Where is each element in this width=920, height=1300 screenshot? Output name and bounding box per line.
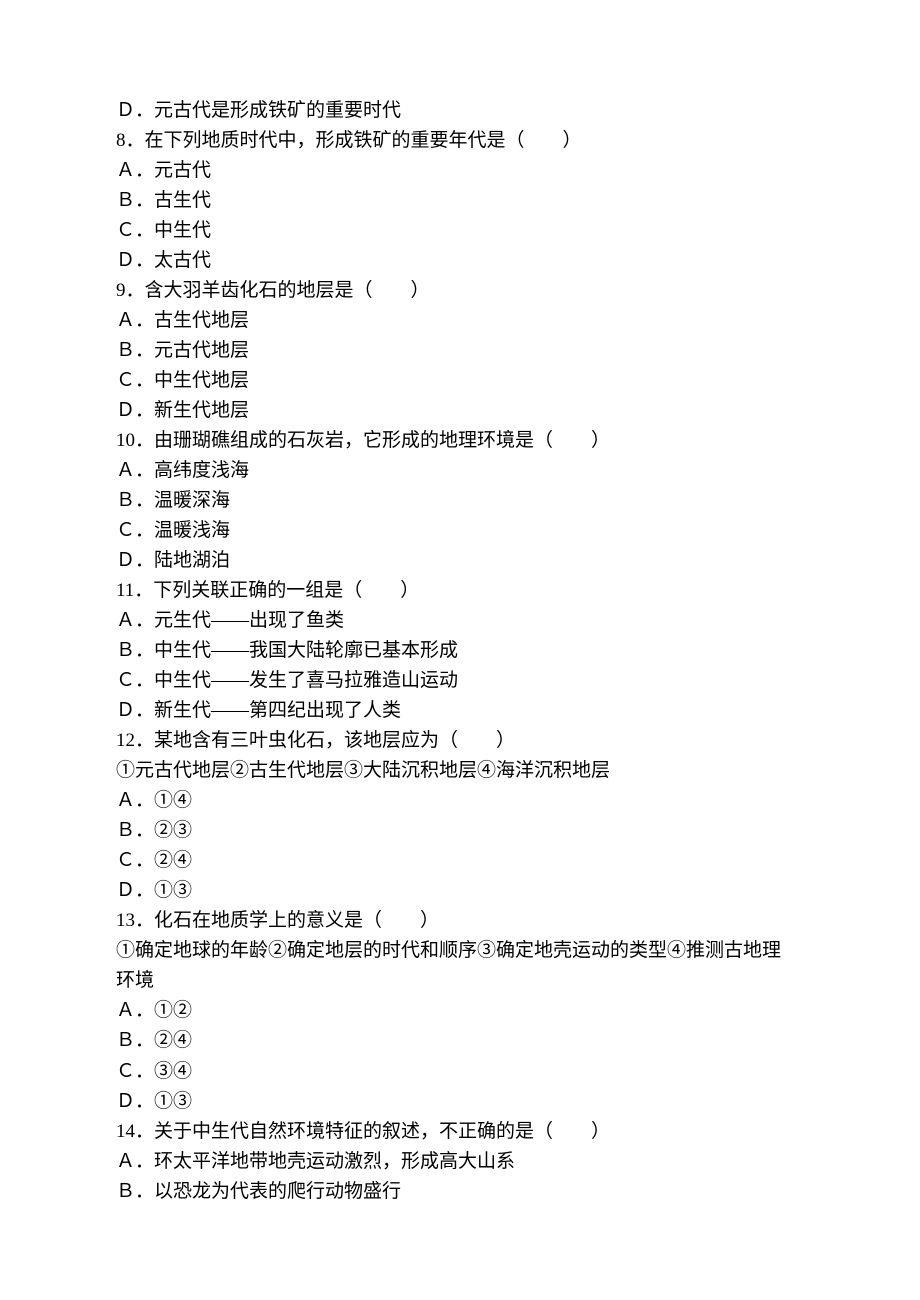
question-11: 11．下列关联正确的一组是（ ） — [116, 576, 780, 606]
option-b: Ｂ．②③ — [116, 816, 780, 846]
option-a: Ａ．高纬度浅海 — [116, 456, 780, 486]
option-c: Ｃ．温暖浅海 — [116, 516, 780, 546]
option-c: Ｃ．中生代——发生了喜马拉雅造山运动 — [116, 666, 780, 696]
option-b: Ｂ．元古代地层 — [116, 336, 780, 366]
option-d: Ｄ．陆地湖泊 — [116, 546, 780, 576]
option-d: Ｄ．太古代 — [116, 246, 780, 276]
option-c: Ｃ．③④ — [116, 1057, 780, 1087]
question-12: 12．某地含有三叶虫化石，该地层应为（ ） — [116, 726, 780, 756]
option-b: Ｂ．古生代 — [116, 186, 780, 216]
option-d: Ｄ．①③ — [116, 1087, 780, 1117]
option-a: Ａ．元古代 — [116, 156, 780, 186]
question-14: 14．关于中生代自然环境特征的叙述，不正确的是（ ） — [116, 1117, 780, 1147]
question-12-choices: ①元古代地层②古生代地层③大陆沉积地层④海洋沉积地层 — [116, 756, 780, 786]
question-13-choices: ①确定地球的年龄②确定地层的时代和顺序③确定地壳运动的类型④推测古地理 — [116, 936, 780, 966]
option-d: Ｄ．①③ — [116, 876, 780, 906]
option-b: Ｂ．中生代——我国大陆轮廓已基本形成 — [116, 636, 780, 666]
question-13: 13．化石在地质学上的意义是（ ） — [116, 906, 780, 936]
document-page: Ｄ．元古代是形成铁矿的重要时代 8．在下列地质时代中，形成铁矿的重要年代是（ ）… — [0, 0, 920, 1287]
option-b: Ｂ．温暖深海 — [116, 486, 780, 516]
question-9: 9．含大羽羊齿化石的地层是（ ） — [116, 276, 780, 306]
question-10: 10．由珊瑚礁组成的石灰岩，它形成的地理环境是（ ） — [116, 426, 780, 456]
option-a: Ａ．环太平洋地带地壳运动激烈，形成高大山系 — [116, 1147, 780, 1177]
option-a: Ａ．①② — [116, 996, 780, 1026]
option-c: Ｃ．中生代地层 — [116, 366, 780, 396]
option-d: Ｄ．元古代是形成铁矿的重要时代 — [116, 96, 780, 126]
option-a: Ａ．古生代地层 — [116, 306, 780, 336]
option-b: Ｂ．②④ — [116, 1026, 780, 1056]
option-d: Ｄ．新生代地层 — [116, 396, 780, 426]
question-8: 8．在下列地质时代中，形成铁矿的重要年代是（ ） — [116, 126, 780, 156]
option-d: Ｄ．新生代——第四纪出现了人类 — [116, 696, 780, 726]
option-b: Ｂ．以恐龙为代表的爬行动物盛行 — [116, 1177, 780, 1207]
option-c: Ｃ．中生代 — [116, 216, 780, 246]
question-13-choices-cont: 环境 — [116, 966, 780, 996]
option-c: Ｃ．②④ — [116, 846, 780, 876]
option-a: Ａ．①④ — [116, 786, 780, 816]
option-a: Ａ．元生代——出现了鱼类 — [116, 606, 780, 636]
